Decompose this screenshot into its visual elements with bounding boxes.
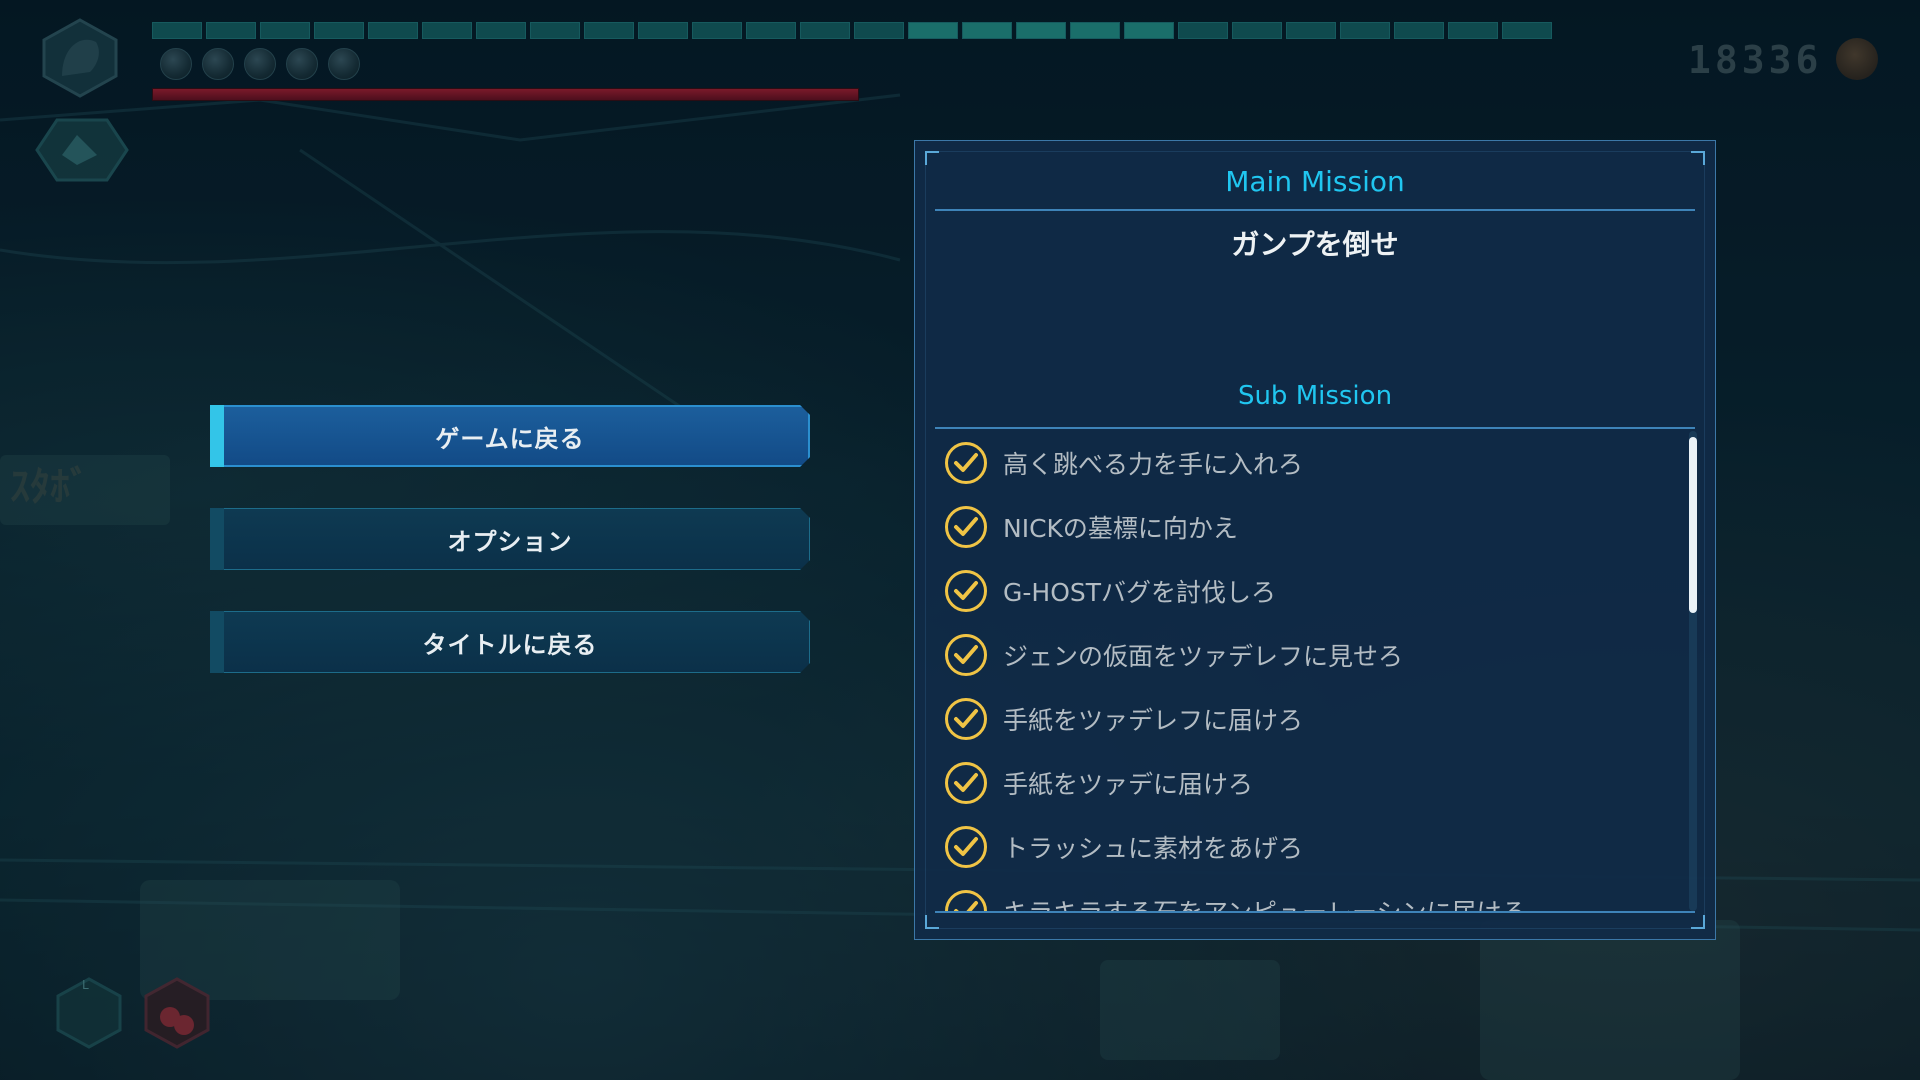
sub-mission-text: 高く跳べる力を手に入れろ (1003, 450, 1304, 479)
orb-slot (160, 48, 192, 80)
sub-mission-item: G-HOSTバグを討伐しろ (945, 559, 1675, 623)
stamina-segment (908, 22, 958, 39)
currency-counter: 18336 (1688, 38, 1823, 82)
button-edge-accent (210, 611, 224, 673)
stamina-gauge (152, 22, 1552, 39)
orb-slot (202, 48, 234, 80)
currency-icon (1836, 38, 1878, 80)
sub-mission-text: キラキラする石をアンピューレーシンに届けろ (1003, 893, 1527, 911)
return-to-title-button[interactable]: タイトルに戻る (210, 611, 810, 673)
stamina-segment (206, 22, 256, 39)
resume-game-button[interactable]: ゲームに戻る (210, 405, 810, 467)
stamina-segment (1448, 22, 1498, 39)
stamina-segment (1394, 22, 1444, 39)
sub-mission-divider (935, 427, 1695, 429)
orb-slot (244, 48, 276, 80)
stamina-segment (962, 22, 1012, 39)
sub-mission-text: 手紙をツァデレフに届けろ (1003, 706, 1304, 735)
stamina-segment (314, 22, 364, 39)
stamina-segment (530, 22, 580, 39)
corner-bracket (1691, 151, 1705, 165)
sub-mission-item: NICKの墓標に向かえ (945, 495, 1675, 559)
corner-bracket (925, 151, 939, 165)
sub-mission-item: 手紙をツァデに届けろ (945, 751, 1675, 815)
completed-check-icon (945, 890, 987, 911)
completed-check-icon (945, 698, 987, 740)
orb-slot (328, 48, 360, 80)
options-button[interactable]: オプション (210, 508, 810, 570)
sub-mission-item: 高く跳べる力を手に入れろ (945, 431, 1675, 495)
stamina-segment (1502, 22, 1552, 39)
stamina-segment (260, 22, 310, 39)
stamina-segment (800, 22, 850, 39)
stamina-segment (746, 22, 796, 39)
stamina-segment (152, 22, 202, 39)
sub-mission-list[interactable]: 高く跳べる力を手に入れろ NICKの墓標に向かえ G-HOSTバグを討伐しろジェンの… (945, 431, 1675, 911)
stamina-segment (692, 22, 742, 39)
mission-panel: Main Mission ガンプを倒せ Sub Mission 高く跳べる力を手… (914, 140, 1716, 940)
sub-mission-item: トラッシュに素材をあげろ (945, 815, 1675, 879)
stamina-segment (584, 22, 634, 39)
resume-game-label: ゲームに戻る (435, 424, 585, 453)
character-portrait-icon (42, 18, 118, 98)
stamina-segment (854, 22, 904, 39)
return-to-title-label: タイトルに戻る (422, 630, 598, 659)
button-edge-accent (210, 508, 224, 570)
completed-check-icon (945, 634, 987, 676)
stamina-segment (422, 22, 472, 39)
stamina-segment (1340, 22, 1390, 39)
skill-l-key-icon: L (82, 978, 89, 992)
sub-mission-text: G-HOSTバグを討伐しろ (1003, 578, 1277, 607)
sub-mission-item: キラキラする石をアンピューレーシンに届けろ (945, 879, 1675, 911)
stamina-segment (476, 22, 526, 39)
sub-mission-text: ジェンの仮面をツァデレフに見せろ (1003, 642, 1404, 671)
sub-mission-header: Sub Mission (1237, 381, 1393, 411)
sub-mission-item: ジェンの仮面をツァデレフに見せろ (945, 623, 1675, 687)
sub-mission-scrollbar[interactable] (1689, 431, 1697, 911)
emblem-icon (35, 118, 129, 182)
stamina-segment (1070, 22, 1120, 39)
scrollbar-thumb[interactable] (1689, 437, 1697, 613)
sub-mission-text: トラッシュに素材をあげろ (1003, 834, 1304, 863)
completed-check-icon (945, 570, 987, 612)
orb-slot (286, 48, 318, 80)
options-label: オプション (447, 527, 573, 556)
completed-check-icon (945, 442, 987, 484)
sub-mission-item: 手紙をツァデレフに届けろ (945, 687, 1675, 751)
sub-mission-text: NICKの墓標に向かえ (1003, 514, 1238, 543)
main-mission-divider (935, 209, 1695, 211)
sub-mission-text: 手紙をツァデに届けろ (1003, 770, 1254, 799)
completed-check-icon (945, 506, 987, 548)
stamina-segment (1178, 22, 1228, 39)
stamina-segment (1124, 22, 1174, 39)
stamina-segment (1016, 22, 1066, 39)
stamina-segment (638, 22, 688, 39)
health-bar (152, 88, 859, 101)
stamina-segment (368, 22, 418, 39)
completed-check-icon (945, 826, 987, 868)
sub-mission-bottom-divider (935, 911, 1695, 913)
corner-bracket (925, 915, 939, 929)
stamina-segment (1286, 22, 1336, 39)
stamina-segment (1232, 22, 1282, 39)
main-mission-header: Main Mission (1225, 165, 1405, 198)
button-edge-accent (210, 405, 224, 467)
completed-check-icon (945, 762, 987, 804)
orb-slots (160, 48, 360, 80)
skill-slot-l-icon: L (56, 977, 122, 1049)
skill-slot-x-icon (144, 977, 210, 1049)
corner-bracket (1691, 915, 1705, 929)
main-mission-text: ガンプを倒せ (1231, 228, 1399, 261)
